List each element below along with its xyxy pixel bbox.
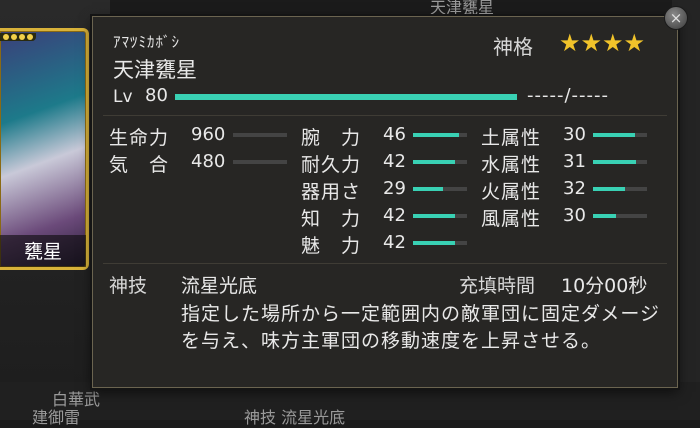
character-name: 天津甕星 [113, 58, 197, 82]
background-skill-text: 神技 流星光底 [244, 408, 346, 427]
stat-value-wind: 30 [563, 205, 586, 226]
stat-value-fire: 32 [563, 178, 586, 199]
stat-bar-earth [593, 133, 647, 137]
stat-label-intelligence: 知 力 [301, 208, 362, 230]
star-rating-icon: ★★★★ [559, 29, 646, 57]
experience-bar-fill [175, 94, 517, 100]
card-name: 甕星 [0, 235, 86, 267]
stat-bar-spirit [233, 160, 287, 164]
level-value: 80 [145, 85, 168, 106]
stat-label-charm: 魅 力 [301, 235, 362, 257]
stat-label-earth: 土属性 [481, 127, 542, 149]
stat-bar-hp [233, 133, 287, 137]
stat-label-dexterity: 器用さ [301, 181, 362, 203]
skill-description: 指定した場所から一定範囲内の敵軍団に固定ダメージを与え、味方主軍団の移動速度を上… [181, 303, 661, 352]
stat-bar-strength [413, 133, 467, 137]
close-icon[interactable]: × [664, 6, 688, 30]
divider [103, 115, 667, 116]
stat-value-hp: 960 [191, 124, 226, 145]
experience-text: -----/----- [527, 85, 610, 106]
divider [103, 263, 667, 264]
stat-value-endurance: 42 [383, 151, 406, 172]
character-card[interactable]: 甕星 [0, 28, 89, 270]
stat-label-fire: 火属性 [481, 181, 542, 203]
stat-value-dexterity: 29 [383, 178, 406, 199]
experience-bar [175, 94, 517, 100]
stat-bar-intelligence [413, 214, 467, 218]
character-detail-tooltip: ｱﾏﾂﾐｶﾎﾞｼ 天津甕星 神格 ★★★★ Lv 80 -----/----- … [92, 16, 678, 388]
stat-bar-fire [593, 187, 647, 191]
stat-label-water: 水属性 [481, 154, 542, 176]
character-reading: ｱﾏﾂﾐｶﾎﾞｼ [113, 33, 181, 51]
stat-value-intelligence: 42 [383, 205, 406, 226]
background-list-item[interactable]: 建御雷 [32, 404, 80, 428]
stat-label-endurance: 耐久力 [301, 154, 362, 176]
stat-label-wind: 風属性 [481, 208, 542, 230]
stat-bar-wind [593, 214, 647, 218]
charge-time-value: 10分00秒 [561, 275, 648, 297]
stat-bar-dexterity [413, 187, 467, 191]
stat-bar-endurance [413, 160, 467, 164]
stat-label-strength: 腕 力 [301, 127, 362, 149]
level-label: Lv [113, 87, 133, 107]
stat-value-earth: 30 [563, 124, 586, 145]
stat-value-strength: 46 [383, 124, 406, 145]
stat-value-spirit: 480 [191, 151, 226, 172]
stat-value-water: 31 [563, 151, 586, 172]
skill-name: 流星光底 [181, 275, 258, 297]
charge-time-label: 充填時間 [459, 275, 536, 297]
stat-bar-water [593, 160, 647, 164]
stat-label-spirit: 気 合 [109, 154, 170, 176]
rank-dots [0, 33, 36, 41]
stat-value-charm: 42 [383, 232, 406, 253]
skill-label: 神技 [109, 275, 148, 297]
stat-label-hp: 生命力 [109, 127, 170, 149]
stat-bar-charm [413, 241, 467, 245]
rank-label: 神格 [493, 35, 533, 59]
